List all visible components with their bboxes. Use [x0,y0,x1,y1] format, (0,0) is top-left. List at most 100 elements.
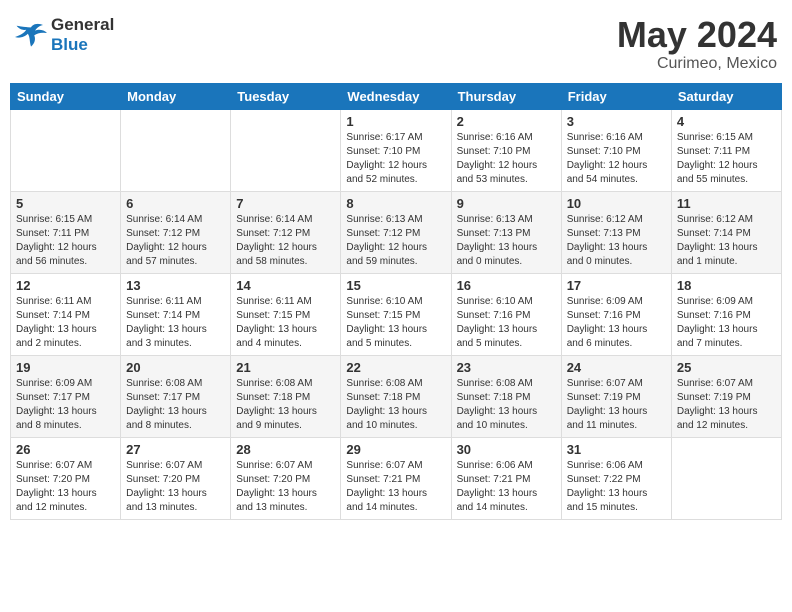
day-info: Sunrise: 6:07 AM Sunset: 7:21 PM Dayligh… [346,459,445,515]
day-info: Sunrise: 6:07 AM Sunset: 7:20 PM Dayligh… [236,459,335,515]
logo: General Blue [15,15,114,56]
calendar-cell [11,109,121,191]
day-info: Sunrise: 6:07 AM Sunset: 7:19 PM Dayligh… [567,377,666,433]
page-header: General Blue May 2024 Curimeo, Mexico [10,10,782,73]
calendar-cell [231,109,341,191]
day-number: 14 [236,278,335,293]
day-number: 18 [677,278,776,293]
day-info: Sunrise: 6:12 AM Sunset: 7:14 PM Dayligh… [677,213,776,269]
calendar-cell: 19 Sunrise: 6:09 AM Sunset: 7:17 PM Dayli… [11,355,121,437]
day-number: 17 [567,278,666,293]
day-number: 7 [236,196,335,211]
calendar-cell: 14 Sunrise: 6:11 AM Sunset: 7:15 PM Dayli… [231,273,341,355]
title-block: May 2024 Curimeo, Mexico [617,15,777,73]
day-info: Sunrise: 6:14 AM Sunset: 7:12 PM Dayligh… [126,213,225,269]
calendar-cell: 30 Sunrise: 6:06 AM Sunset: 7:21 PM Dayli… [451,437,561,519]
day-info: Sunrise: 6:17 AM Sunset: 7:10 PM Dayligh… [346,131,445,187]
weekday-header-wednesday: Wednesday [341,83,451,109]
calendar-cell: 6 Sunrise: 6:14 AM Sunset: 7:12 PM Daylig… [121,191,231,273]
day-number: 28 [236,442,335,457]
day-info: Sunrise: 6:07 AM Sunset: 7:20 PM Dayligh… [16,459,115,515]
day-number: 10 [567,196,666,211]
day-info: Sunrise: 6:09 AM Sunset: 7:16 PM Dayligh… [567,295,666,351]
day-info: Sunrise: 6:11 AM Sunset: 7:14 PM Dayligh… [126,295,225,351]
day-number: 11 [677,196,776,211]
weekday-header-row: SundayMondayTuesdayWednesdayThursdayFrid… [11,83,782,109]
day-info: Sunrise: 6:07 AM Sunset: 7:20 PM Dayligh… [126,459,225,515]
calendar-cell: 24Sunrise: 6:07 AM Sunset: 7:19 PM Dayli… [561,355,671,437]
day-info: Sunrise: 6:06 AM Sunset: 7:21 PM Dayligh… [457,459,556,515]
day-number: 20 [126,360,225,375]
calendar-cell: 15 Sunrise: 6:10 AM Sunset: 7:15 PM Dayli… [341,273,451,355]
calendar-cell: 28 Sunrise: 6:07 AM Sunset: 7:20 PM Dayli… [231,437,341,519]
day-number: 13 [126,278,225,293]
day-info: Sunrise: 6:08 AM Sunset: 7:17 PM Dayligh… [126,377,225,433]
day-info: Sunrise: 6:13 AM Sunset: 7:12 PM Dayligh… [346,213,445,269]
weekday-header-thursday: Thursday [451,83,561,109]
calendar-cell: 5Sunrise: 6:15 AM Sunset: 7:11 PM Daylig… [11,191,121,273]
logo-text: General Blue [51,15,114,56]
day-number: 23 [457,360,556,375]
day-info: Sunrise: 6:11 AM Sunset: 7:14 PM Dayligh… [16,295,115,351]
calendar-cell: 23Sunrise: 6:08 AM Sunset: 7:18 PM Dayli… [451,355,561,437]
day-info: Sunrise: 6:15 AM Sunset: 7:11 PM Dayligh… [16,213,115,269]
calendar-week-row: 19 Sunrise: 6:09 AM Sunset: 7:17 PM Dayli… [11,355,782,437]
calendar-cell: 29 Sunrise: 6:07 AM Sunset: 7:21 PM Dayli… [341,437,451,519]
day-number: 26 [16,442,115,457]
day-number: 6 [126,196,225,211]
calendar-cell: 22 Sunrise: 6:08 AM Sunset: 7:18 PM Dayli… [341,355,451,437]
weekday-header-saturday: Saturday [671,83,781,109]
calendar-cell: 9 Sunrise: 6:13 AM Sunset: 7:13 PM Daylig… [451,191,561,273]
day-info: Sunrise: 6:15 AM Sunset: 7:11 PM Dayligh… [677,131,776,187]
calendar-cell: 12 Sunrise: 6:11 AM Sunset: 7:14 PM Dayli… [11,273,121,355]
weekday-header-sunday: Sunday [11,83,121,109]
calendar-table: SundayMondayTuesdayWednesdayThursdayFrid… [10,83,782,520]
calendar-cell: 16 Sunrise: 6:10 AM Sunset: 7:16 PM Dayli… [451,273,561,355]
calendar-cell: 11 Sunrise: 6:12 AM Sunset: 7:14 PM Dayli… [671,191,781,273]
calendar-cell: 18Sunrise: 6:09 AM Sunset: 7:16 PM Dayli… [671,273,781,355]
month-year-title: May 2024 [617,15,777,55]
calendar-cell: 1 Sunrise: 6:17 AM Sunset: 7:10 PM Daylig… [341,109,451,191]
day-number: 2 [457,114,556,129]
calendar-cell: 26 Sunrise: 6:07 AM Sunset: 7:20 PM Dayli… [11,437,121,519]
weekday-header-tuesday: Tuesday [231,83,341,109]
calendar-cell: 31Sunrise: 6:06 AM Sunset: 7:22 PM Dayli… [561,437,671,519]
day-info: Sunrise: 6:10 AM Sunset: 7:16 PM Dayligh… [457,295,556,351]
day-info: Sunrise: 6:11 AM Sunset: 7:15 PM Dayligh… [236,295,335,351]
day-number: 21 [236,360,335,375]
day-number: 16 [457,278,556,293]
calendar-cell: 10 Sunrise: 6:12 AM Sunset: 7:13 PM Dayli… [561,191,671,273]
calendar-cell: 7 Sunrise: 6:14 AM Sunset: 7:12 PM Daylig… [231,191,341,273]
calendar-cell [121,109,231,191]
day-number: 22 [346,360,445,375]
location-subtitle: Curimeo, Mexico [617,55,777,73]
calendar-cell: 13 Sunrise: 6:11 AM Sunset: 7:14 PM Dayli… [121,273,231,355]
calendar-week-row: 12 Sunrise: 6:11 AM Sunset: 7:14 PM Dayli… [11,273,782,355]
calendar-cell: 17 Sunrise: 6:09 AM Sunset: 7:16 PM Dayli… [561,273,671,355]
weekday-header-monday: Monday [121,83,231,109]
day-number: 3 [567,114,666,129]
day-number: 1 [346,114,445,129]
day-number: 12 [16,278,115,293]
day-info: Sunrise: 6:08 AM Sunset: 7:18 PM Dayligh… [236,377,335,433]
day-info: Sunrise: 6:10 AM Sunset: 7:15 PM Dayligh… [346,295,445,351]
day-info: Sunrise: 6:12 AM Sunset: 7:13 PM Dayligh… [567,213,666,269]
day-number: 8 [346,196,445,211]
calendar-cell: 8 Sunrise: 6:13 AM Sunset: 7:12 PM Daylig… [341,191,451,273]
day-number: 25 [677,360,776,375]
day-info: Sunrise: 6:14 AM Sunset: 7:12 PM Dayligh… [236,213,335,269]
day-number: 9 [457,196,556,211]
calendar-cell [671,437,781,519]
day-number: 19 [16,360,115,375]
calendar-cell: 25 Sunrise: 6:07 AM Sunset: 7:19 PM Dayli… [671,355,781,437]
day-info: Sunrise: 6:07 AM Sunset: 7:19 PM Dayligh… [677,377,776,433]
calendar-cell: 27Sunrise: 6:07 AM Sunset: 7:20 PM Dayli… [121,437,231,519]
day-info: Sunrise: 6:08 AM Sunset: 7:18 PM Dayligh… [346,377,445,433]
calendar-week-row: 5Sunrise: 6:15 AM Sunset: 7:11 PM Daylig… [11,191,782,273]
day-info: Sunrise: 6:13 AM Sunset: 7:13 PM Dayligh… [457,213,556,269]
day-info: Sunrise: 6:09 AM Sunset: 7:17 PM Dayligh… [16,377,115,433]
day-number: 15 [346,278,445,293]
day-number: 29 [346,442,445,457]
day-number: 30 [457,442,556,457]
calendar-cell: 3Sunrise: 6:16 AM Sunset: 7:10 PM Daylig… [561,109,671,191]
